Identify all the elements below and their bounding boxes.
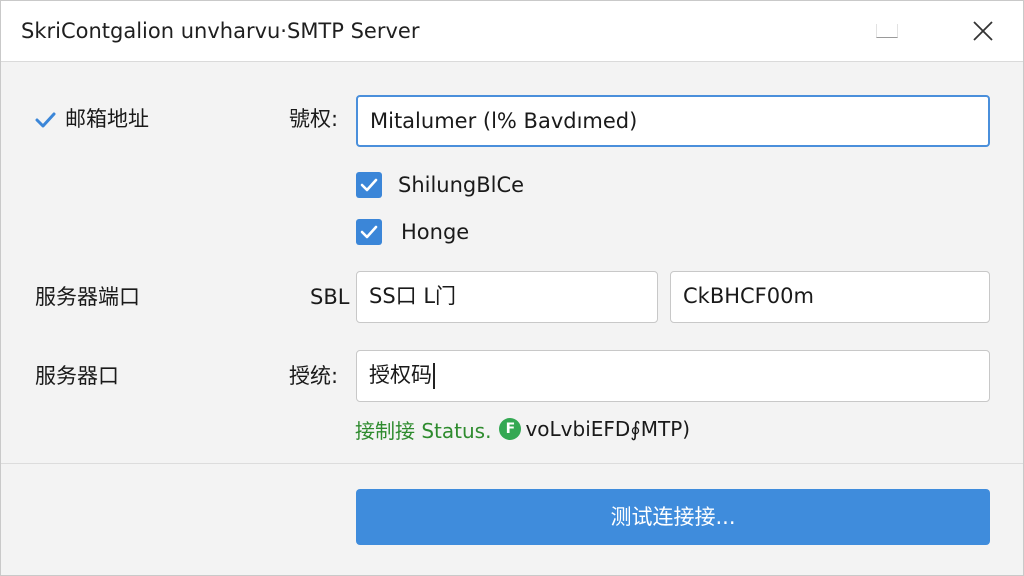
auth-code-input[interactable]: 授权码	[356, 350, 990, 402]
connection-status: 接制接 Status. F voLvbiEFD∮MTP)	[355, 414, 690, 444]
email-section-label: 邮箱地址	[65, 107, 149, 131]
auth-field-label: 授统:	[289, 364, 339, 388]
maximize-icon	[876, 24, 898, 38]
port-field-label: SBL	[310, 285, 350, 309]
status-icon-letter: F	[505, 421, 516, 437]
port-input[interactable]: CkBHCF00m	[670, 271, 990, 323]
checkbox-check-icon	[360, 178, 378, 192]
checkbox-option-2-label[interactable]: Honge	[401, 218, 469, 246]
auth-section-label: 服务器口	[35, 364, 119, 388]
email-input-value: Mitalumer (l% Bavdımed)	[370, 109, 638, 133]
checkbox-check-icon	[360, 225, 378, 239]
status-text: voLvbiEFD∮MTP)	[525, 417, 691, 441]
status-prefix: 接制接 Status.	[355, 418, 492, 443]
smtp-settings-window: SkriContgalion unvharvu·SMTP Server 邮箱地址…	[0, 0, 1024, 576]
auth-code-input-value: 授权码	[369, 363, 432, 387]
text-caret	[433, 363, 435, 389]
checkbox-option-1-label[interactable]: ShilungBlCe	[398, 171, 524, 199]
maximize-button[interactable]	[867, 11, 907, 51]
checkbox-option-2[interactable]	[356, 219, 382, 245]
status-success-icon: F	[499, 418, 522, 440]
port-section-label: 服务器端口	[35, 285, 140, 309]
close-button[interactable]	[963, 11, 1003, 51]
checkmark-icon	[35, 112, 56, 128]
checkbox-option-1[interactable]	[356, 172, 382, 198]
window-title: SkriContgalion unvharvu·SMTP Server	[21, 19, 420, 43]
security-input-value: SS口 L门	[369, 284, 457, 308]
email-field-label: 號权:	[289, 107, 339, 131]
security-input[interactable]: SS口 L门	[356, 271, 658, 323]
title-bar: SkriContgalion unvharvu·SMTP Server	[1, 1, 1023, 62]
email-input[interactable]: Mitalumer (l% Bavdımed)	[356, 95, 990, 147]
test-connection-button[interactable]: 测试连接接...	[356, 489, 990, 545]
footer-divider	[1, 463, 1023, 464]
port-input-value: CkBHCF00m	[683, 284, 814, 308]
close-icon	[973, 21, 993, 41]
